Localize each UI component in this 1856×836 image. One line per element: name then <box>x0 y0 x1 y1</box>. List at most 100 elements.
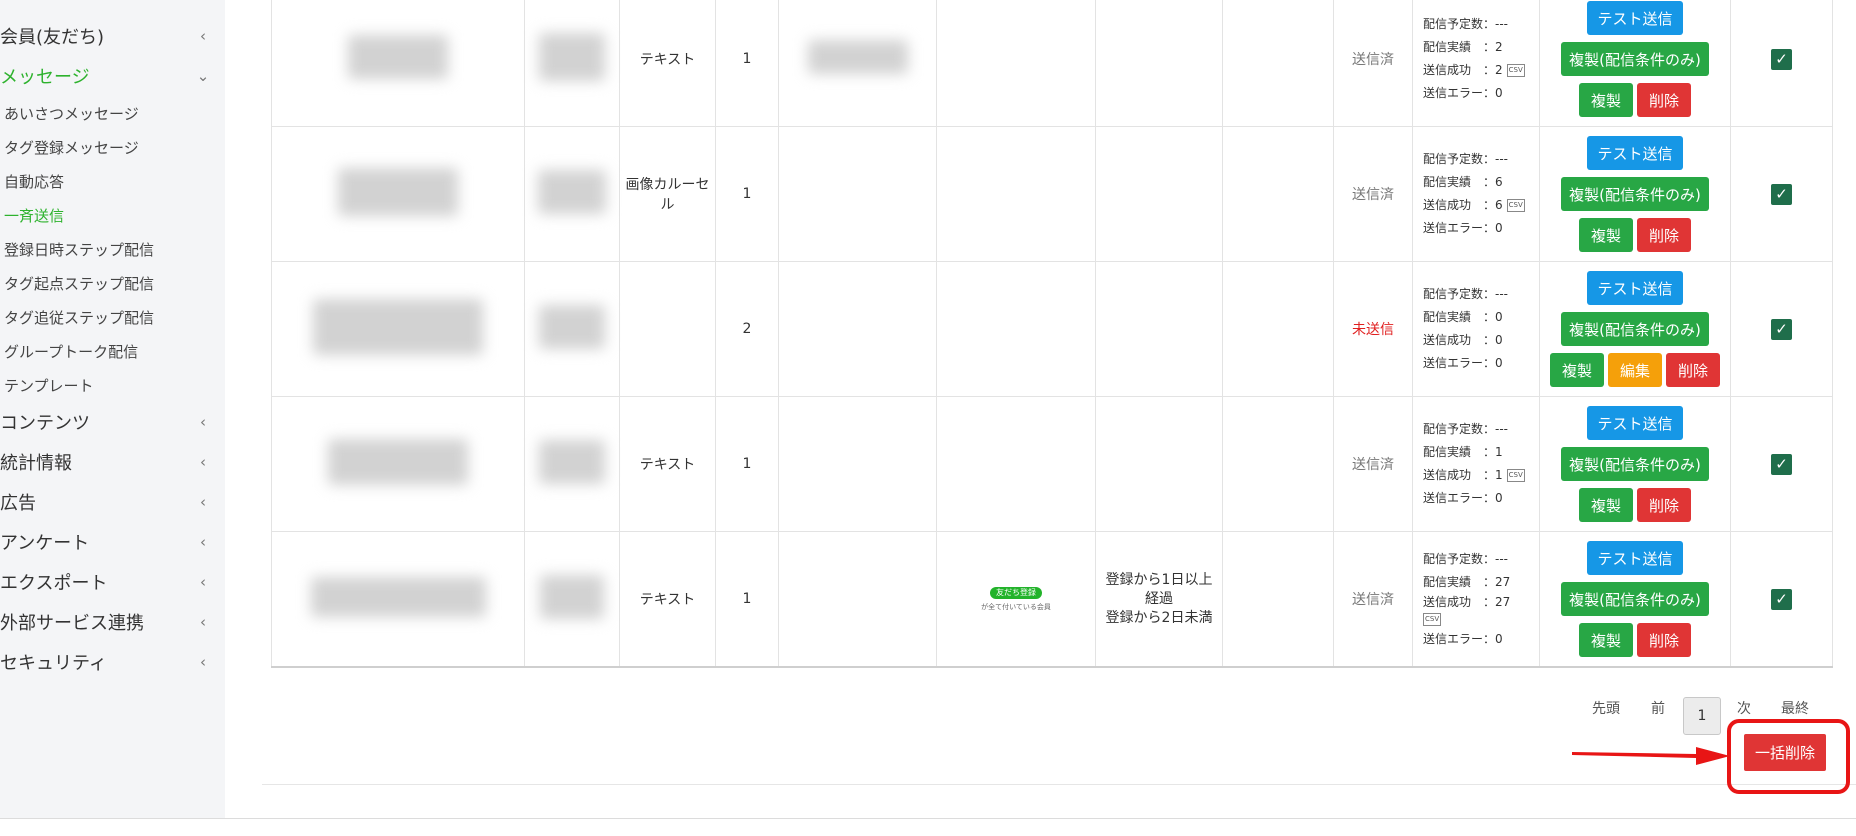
status-label: 未送信 <box>1352 322 1394 338</box>
actual-label: 配信実績 ： <box>1423 310 1496 324</box>
row-checkbox[interactable]: ✓ <box>1771 48 1792 70</box>
nav-security[interactable]: セキュリティ ‹ <box>0 646 210 678</box>
blurred-title <box>328 439 468 485</box>
condition-cell: 友だち登録 が全て付いている会員 <box>936 531 1096 668</box>
submenu-greeting-message[interactable]: あいさつメッセージ <box>4 100 139 126</box>
csv-download-icon[interactable]: CSV <box>1506 469 1525 482</box>
delete-button[interactable]: 削除 <box>1637 83 1691 117</box>
test-send-button[interactable]: テスト送信 <box>1587 406 1683 440</box>
blurred-thumbnail <box>540 575 604 619</box>
submenu-tag-follow-step[interactable]: タグ追従ステップ配信 <box>4 304 154 330</box>
actual-label: 配信実績 ： <box>1423 40 1496 54</box>
pagination-first[interactable]: 先頭 <box>1592 698 1620 718</box>
bulk-delete-button[interactable]: 一括削除 <box>1744 734 1826 771</box>
copy-conditions-button[interactable]: 複製(配信条件のみ) <box>1561 177 1709 211</box>
copy-button[interactable]: 複製 <box>1550 353 1604 387</box>
count-cell: 1 <box>715 531 779 668</box>
test-send-button[interactable]: テスト送信 <box>1587 271 1683 305</box>
schedule-cell: 登録から1日以上 経過 登録から2日未満 <box>1095 531 1223 668</box>
title-cell <box>271 531 525 668</box>
copy-conditions-button[interactable]: 複製(配信条件のみ) <box>1561 312 1709 346</box>
blurred-title <box>338 168 458 216</box>
nav-members[interactable]: 会員(友だち) ‹ <box>0 20 210 52</box>
pagination-current-page[interactable]: 1 <box>1683 697 1721 735</box>
actions-cell: テスト送信 複製(配信条件のみ) 複製 削除 <box>1539 531 1731 668</box>
count-cell: 1 <box>715 396 779 532</box>
type-cell: 画像カルーセル <box>619 126 716 262</box>
status-label: 送信済 <box>1352 187 1394 203</box>
submenu-broadcast[interactable]: 一斉送信 <box>4 202 64 228</box>
nav-statistics-label: 統計情報 <box>0 453 72 474</box>
chevron-left-icon: ‹ <box>200 493 206 511</box>
pagination-next[interactable]: 次 <box>1737 698 1751 718</box>
blurred-preview <box>807 40 908 74</box>
title-cell <box>271 261 525 397</box>
csv-download-icon[interactable]: CSV <box>1506 199 1525 212</box>
title-cell <box>271 126 525 262</box>
table-row: 2 未送信 配信予定数：--- 配信実績 ：0 送信成功 ：0 送信エラー：0 … <box>271 261 1833 397</box>
error-value: 0 <box>1495 221 1503 235</box>
test-send-button[interactable]: テスト送信 <box>1587 541 1683 575</box>
nav-survey-label: アンケート <box>0 533 90 554</box>
test-send-button[interactable]: テスト送信 <box>1587 136 1683 170</box>
actual-value: 0 <box>1495 310 1503 324</box>
nav-messages-label: メッセージ <box>0 67 90 88</box>
row-checkbox[interactable]: ✓ <box>1771 318 1792 340</box>
pagination-last[interactable]: 最終 <box>1781 698 1809 718</box>
csv-download-icon[interactable]: CSV <box>1506 64 1525 77</box>
status-cell: 送信済 <box>1333 126 1413 262</box>
delete-button[interactable]: 削除 <box>1637 623 1691 657</box>
test-send-button[interactable]: テスト送信 <box>1587 1 1683 35</box>
nav-export[interactable]: エクスポート ‹ <box>0 566 210 598</box>
chevron-left-icon: ‹ <box>200 533 206 551</box>
divider <box>0 818 1856 819</box>
copy-button[interactable]: 複製 <box>1579 83 1633 117</box>
row-checkbox[interactable]: ✓ <box>1771 588 1792 610</box>
schedule-cell <box>1095 261 1223 397</box>
submenu-tag-origin-step[interactable]: タグ起点ステップ配信 <box>4 270 154 296</box>
delete-button[interactable]: 削除 <box>1637 488 1691 522</box>
nav-ads-label: 広告 <box>0 493 36 514</box>
copy-button[interactable]: 複製 <box>1579 488 1633 522</box>
actions-cell: テスト送信 複製(配信条件のみ) 複製 削除 <box>1539 0 1731 127</box>
edit-button[interactable]: 編集 <box>1608 353 1662 387</box>
submenu-tag-registration-message[interactable]: タグ登録メッセージ <box>4 134 139 160</box>
condition-cell <box>936 261 1096 397</box>
row-checkbox[interactable]: ✓ <box>1771 183 1792 205</box>
chevron-left-icon: ‹ <box>200 653 206 671</box>
select-cell: ✓ <box>1730 261 1833 397</box>
chevron-left-icon: ‹ <box>200 453 206 471</box>
copy-conditions-button[interactable]: 複製(配信条件のみ) <box>1561 447 1709 481</box>
nav-survey[interactable]: アンケート ‹ <box>0 526 210 558</box>
pagination-prev[interactable]: 前 <box>1651 698 1665 718</box>
empty-cell <box>1222 531 1334 668</box>
status-cell: 送信済 <box>1333 0 1413 127</box>
nav-external-services[interactable]: 外部サービス連携 ‹ <box>0 606 210 638</box>
submenu-group-talk[interactable]: グループトーク配信 <box>4 338 138 364</box>
copy-conditions-button[interactable]: 複製(配信条件のみ) <box>1561 42 1709 76</box>
copy-button[interactable]: 複製 <box>1579 623 1633 657</box>
actual-label: 配信実績 ： <box>1423 175 1496 189</box>
planned-value: --- <box>1495 287 1509 301</box>
planned-label: 配信予定数： <box>1423 17 1496 31</box>
submenu-auto-reply[interactable]: 自動応答 <box>4 168 64 194</box>
nav-messages[interactable]: メッセージ ⌄ <box>0 60 210 92</box>
schedule-line-3: 登録から2日未満 <box>1105 609 1213 626</box>
copy-conditions-button[interactable]: 複製(配信条件のみ) <box>1561 582 1709 616</box>
copy-button[interactable]: 複製 <box>1579 218 1633 252</box>
blurred-title <box>310 577 486 617</box>
error-label: 送信エラー： <box>1423 221 1496 235</box>
csv-download-icon[interactable]: CSV <box>1423 612 1442 626</box>
preview-cell <box>778 0 937 127</box>
stats-cell: 配信予定数：--- 配信実績 ：2 送信成功 ：2 CSV 送信エラー：0 <box>1412 0 1540 127</box>
submenu-template[interactable]: テンプレート <box>4 372 94 398</box>
row-checkbox[interactable]: ✓ <box>1771 453 1792 475</box>
success-value: 1 <box>1495 468 1503 482</box>
submenu-datetime-step[interactable]: 登録日時ステップ配信 <box>4 236 154 262</box>
actual-value: 1 <box>1495 445 1503 459</box>
nav-statistics[interactable]: 統計情報 ‹ <box>0 446 210 478</box>
nav-contents[interactable]: コンテンツ ‹ <box>0 406 210 438</box>
delete-button[interactable]: 削除 <box>1666 353 1720 387</box>
nav-ads[interactable]: 広告 ‹ <box>0 486 210 518</box>
delete-button[interactable]: 削除 <box>1637 218 1691 252</box>
